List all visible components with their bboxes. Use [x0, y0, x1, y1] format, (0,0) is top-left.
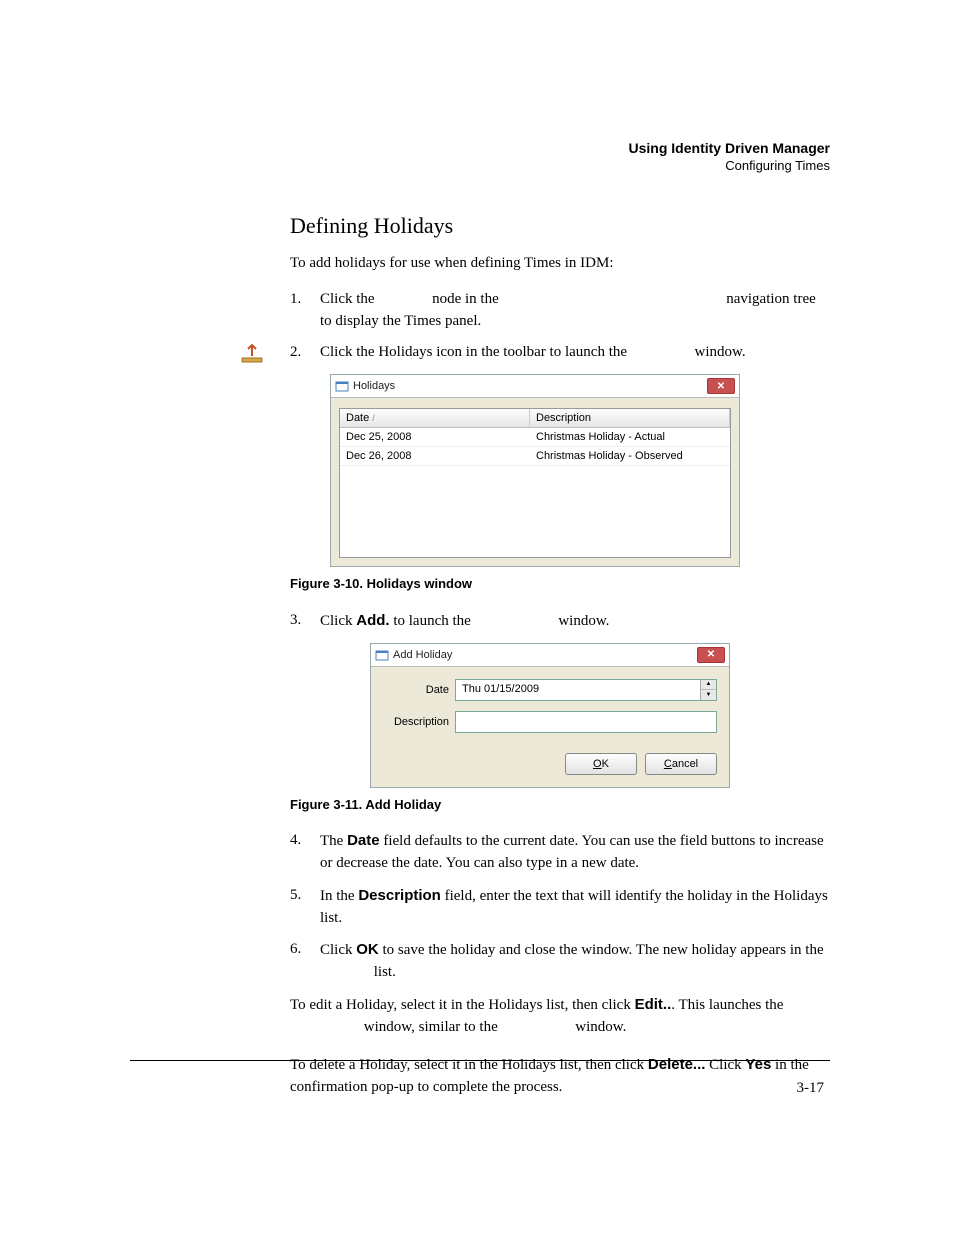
holidays-window: Holidays ✕ Date/ Description Dec 25, 200…: [330, 374, 740, 567]
step-number: 3.: [290, 610, 320, 633]
step-body: Click Add. to launch the window.: [320, 610, 830, 633]
intro-text: To add holidays for use when defining Ti…: [290, 253, 830, 275]
step-body: The Date field defaults to the current d…: [320, 830, 830, 875]
cancel-button[interactable]: Cancel: [645, 753, 717, 775]
bold-text: Edit..: [635, 996, 672, 1013]
date-row: Date Thu 01/15/2009 ▲ ▼: [383, 679, 717, 701]
step-body: Click the node in the navigation tree to…: [320, 289, 830, 333]
bold-text: Add.: [356, 612, 389, 629]
ok-button[interactable]: OK: [565, 753, 637, 775]
step-number: 5.: [290, 885, 320, 930]
page-number: 3-17: [797, 1080, 825, 1097]
close-button[interactable]: ✕: [707, 378, 735, 394]
bold-text: Date: [347, 832, 380, 849]
text: field defaults to the current date. You …: [320, 833, 824, 871]
section-heading: Defining Holidays: [290, 213, 830, 239]
step-4: 4. The Date field defaults to the curren…: [290, 830, 830, 875]
text: to save the holiday and close the window…: [379, 942, 824, 958]
table-body: Dec 25, 2008 Christmas Holiday - Actual …: [340, 428, 730, 466]
text: window, similar to the: [364, 1019, 498, 1035]
figure-caption: Figure 3-10. Holidays window: [290, 575, 830, 594]
delete-paragraph: To delete a Holiday, select it in the Ho…: [290, 1054, 830, 1099]
figure-caption: Figure 3-11. Add Holiday: [290, 796, 830, 815]
table-row[interactable]: Dec 25, 2008 Christmas Holiday - Actual: [340, 428, 730, 447]
text: Date: [346, 412, 369, 424]
step-number: 1.: [290, 289, 320, 333]
col-header-date[interactable]: Date/: [340, 409, 530, 427]
cell-desc: Christmas Holiday - Observed: [530, 447, 730, 465]
bold-text: OK: [356, 941, 379, 958]
table-header: Date/ Description: [340, 409, 730, 428]
button-row: OK Cancel: [371, 753, 729, 787]
step-3: 3. Click Add. to launch the window.: [290, 610, 830, 633]
step-1: 1. Click the node in the navigation tree…: [290, 289, 830, 333]
text: navigation tree to display the Times pan…: [320, 291, 816, 329]
step-number: 6.: [290, 939, 320, 984]
window-title: Holidays: [353, 380, 707, 392]
window-titlebar: Add Holiday ✕: [371, 644, 729, 667]
note-icon: [240, 342, 264, 366]
text: Click the Holidays icon in the toolbar t…: [320, 344, 627, 360]
text: window.: [575, 1019, 626, 1035]
cell-date: Dec 25, 2008: [340, 428, 530, 446]
form-body: Date Thu 01/15/2009 ▲ ▼ Description: [371, 667, 729, 753]
header-subtitle: Configuring Times: [130, 158, 830, 173]
text: node in the: [432, 291, 499, 307]
description-label: Description: [383, 716, 455, 728]
step-number: 2.: [290, 342, 320, 364]
description-value: [456, 712, 716, 732]
close-button[interactable]: ✕: [697, 647, 725, 663]
text: Click: [320, 942, 356, 958]
text: Click: [320, 613, 356, 629]
text: Click the: [320, 291, 375, 307]
footer-rule: [130, 1060, 830, 1061]
spinner-up-icon[interactable]: ▲: [701, 680, 716, 691]
date-label: Date: [383, 684, 455, 696]
step-number: 4.: [290, 830, 320, 875]
step-5: 5. In the Description field, enter the t…: [290, 885, 830, 930]
text: To edit a Holiday, select it in the Holi…: [290, 997, 635, 1013]
page-header: Using Identity Driven Manager Configurin…: [130, 140, 830, 173]
text: . This launches the: [671, 997, 783, 1013]
window-icon: [335, 380, 349, 392]
description-row: Description: [383, 711, 717, 733]
bold-text: Yes: [745, 1056, 771, 1073]
step-2: 2. Click the Holidays icon in the toolba…: [290, 342, 830, 364]
spinner-down-icon[interactable]: ▼: [701, 690, 716, 700]
date-spinner[interactable]: ▲ ▼: [700, 680, 716, 700]
bold-text: Delete...: [648, 1056, 706, 1073]
step-6: 6. Click OK to save the holiday and clos…: [290, 939, 830, 984]
bold-text: Description: [358, 887, 441, 904]
description-field[interactable]: [455, 711, 717, 733]
holidays-table: Date/ Description Dec 25, 2008 Christmas…: [339, 408, 731, 558]
step-body: Click OK to save the holiday and close t…: [320, 939, 830, 984]
text: to launch the: [390, 613, 471, 629]
col-header-description[interactable]: Description: [530, 409, 730, 427]
cell-date: Dec 26, 2008: [340, 447, 530, 465]
cell-desc: Christmas Holiday - Actual: [530, 428, 730, 446]
window-title: Add Holiday: [393, 649, 697, 661]
page-content: Using Identity Driven Manager Configurin…: [130, 140, 830, 1115]
window-titlebar: Holidays ✕: [331, 375, 739, 398]
date-value: Thu 01/15/2009: [456, 680, 700, 700]
edit-paragraph: To edit a Holiday, select it in the Holi…: [290, 994, 830, 1039]
sort-indicator-icon: /: [372, 413, 375, 423]
text: window.: [558, 613, 609, 629]
window-icon: [375, 649, 389, 661]
text: window.: [695, 344, 746, 360]
text: In the: [320, 888, 358, 904]
table-row[interactable]: Dec 26, 2008 Christmas Holiday - Observe…: [340, 447, 730, 466]
text: list.: [374, 964, 396, 980]
header-title: Using Identity Driven Manager: [130, 140, 830, 156]
step-body: Click the Holidays icon in the toolbar t…: [320, 342, 830, 364]
date-field[interactable]: Thu 01/15/2009 ▲ ▼: [455, 679, 717, 701]
text: The: [320, 833, 347, 849]
step-body: In the Description field, enter the text…: [320, 885, 830, 930]
add-holiday-window: Add Holiday ✕ Date Thu 01/15/2009 ▲ ▼ De…: [370, 643, 730, 788]
